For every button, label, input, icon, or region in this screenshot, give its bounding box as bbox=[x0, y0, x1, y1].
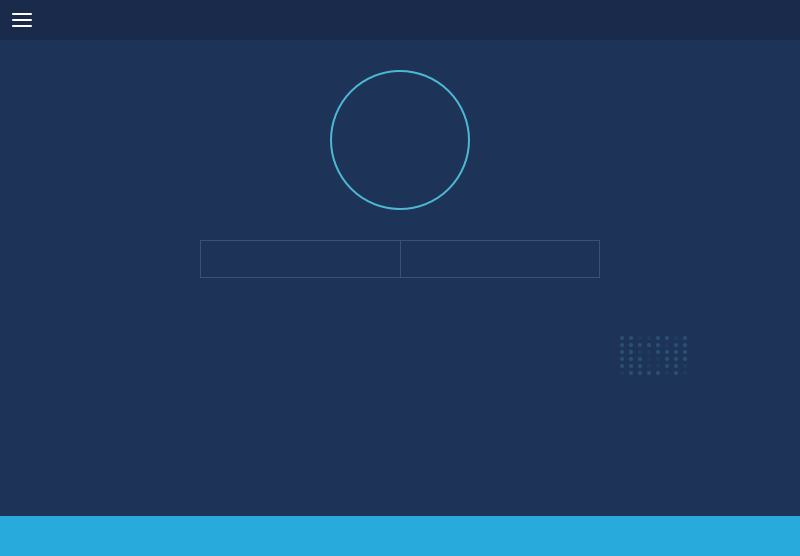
titlebar bbox=[0, 0, 800, 40]
close-button[interactable] bbox=[780, 18, 788, 22]
minimize-button[interactable] bbox=[756, 18, 764, 22]
download-stat bbox=[200, 240, 400, 278]
stats-row bbox=[200, 240, 600, 278]
hamburger-menu[interactable] bbox=[12, 13, 32, 27]
main-content: // Generate dots const grid = document.q… bbox=[0, 40, 800, 516]
timer-circle bbox=[330, 70, 470, 210]
upload-stat bbox=[400, 240, 601, 278]
map-decoration: // Generate dots const grid = document.q… bbox=[620, 336, 700, 396]
upgrade-bar[interactable] bbox=[0, 516, 800, 556]
titlebar-controls bbox=[756, 18, 788, 22]
titlebar-left bbox=[12, 13, 44, 27]
